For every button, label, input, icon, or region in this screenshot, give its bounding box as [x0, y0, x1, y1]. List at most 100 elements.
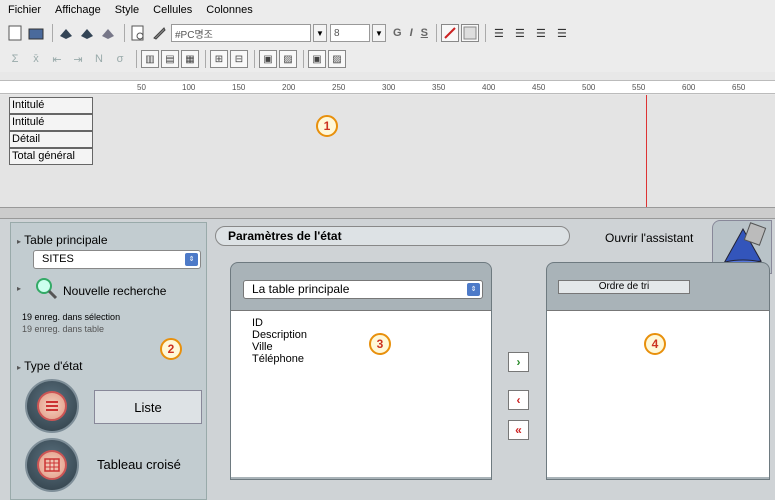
report-preview-area[interactable]	[0, 95, 775, 207]
remove-field-button[interactable]: ‹	[508, 390, 529, 410]
header-background-icon[interactable]: ▨	[279, 50, 297, 68]
ruler-tick-label: 150	[232, 83, 246, 92]
preview-document-icon[interactable]	[129, 24, 147, 42]
insert-row-icon[interactable]: ⊟	[230, 50, 248, 68]
tools-toolbar: Σ x̄ ⇤ ⇥ N σ ▥ ▤ ▦ ⊞ ⊟ ▣ ▨ ▣ ▨	[0, 46, 775, 72]
print-icon[interactable]	[57, 24, 75, 42]
table-principale-label: ▸ Table principale	[17, 233, 108, 247]
max-icon[interactable]: ⇥	[69, 50, 87, 68]
pen-color-icon[interactable]	[440, 24, 459, 42]
menu-affichage[interactable]: Affichage	[55, 4, 101, 16]
align-right-icon[interactable]: ☰	[532, 24, 550, 42]
menu-style[interactable]: Style	[115, 4, 139, 16]
font-size-select[interactable]: 8	[330, 24, 370, 42]
font-family-select[interactable]: #PC명조	[171, 24, 311, 42]
footer-picture-icon[interactable]: ▣	[308, 50, 326, 68]
source-table-select[interactable]: La table principale ⇕	[243, 280, 483, 299]
std-dev-icon[interactable]: σ	[111, 50, 129, 68]
ruler-tick-label: 50	[137, 83, 146, 92]
add-column-icon[interactable]: ▥	[141, 50, 159, 68]
ruler-tick-label: 100	[182, 83, 196, 92]
select-arrows-icon: ⇕	[467, 283, 480, 296]
edit-pencil-icon[interactable]	[150, 24, 168, 42]
align-left-icon[interactable]: ☰	[490, 24, 508, 42]
section-grand-total[interactable]: Total général	[9, 148, 93, 165]
toolbar-divider	[205, 50, 206, 68]
sort-order-header[interactable]: Ordre de tri	[558, 280, 690, 294]
ruler-tick-label: 400	[482, 83, 496, 92]
fields-list[interactable]: ID Description Ville Téléphone	[231, 310, 491, 477]
double-left-arrow-icon: «	[515, 423, 522, 437]
callout-badge-1: 1	[316, 115, 338, 137]
toolbar-divider	[124, 24, 125, 42]
open-folder-icon[interactable]	[27, 24, 45, 42]
toolbar-divider	[435, 24, 437, 42]
callout-badge-2: 2	[160, 338, 182, 360]
disclosure-triangle-icon: ▸	[17, 284, 22, 293]
header-picture-icon[interactable]: ▣	[259, 50, 277, 68]
insert-column-icon[interactable]: ▤	[161, 50, 179, 68]
crosstab-type-label[interactable]: Tableau croisé	[97, 457, 181, 472]
toolbar-divider	[52, 24, 53, 42]
disclosure-triangle-icon: ▸	[17, 237, 22, 246]
min-icon[interactable]: ⇤	[48, 50, 66, 68]
add-row-icon[interactable]: ⊞	[210, 50, 228, 68]
font-dropdown-arrow[interactable]: ▼	[313, 24, 327, 42]
align-justify-icon[interactable]: ☰	[553, 24, 571, 42]
align-center-icon[interactable]: ☰	[511, 24, 529, 42]
toolbar-divider	[254, 50, 255, 68]
sum-icon[interactable]: Σ	[6, 50, 24, 68]
menu-colonnes[interactable]: Colonnes	[206, 4, 252, 16]
add-field-button[interactable]: ›	[508, 352, 529, 372]
ruler-tick-label: 650	[732, 83, 746, 92]
new-document-icon[interactable]	[6, 24, 24, 42]
count-icon[interactable]: N	[90, 50, 108, 68]
bold-button[interactable]: G	[393, 27, 402, 39]
fill-pattern-icon[interactable]	[460, 24, 479, 42]
size-dropdown-arrow[interactable]: ▼	[372, 24, 386, 42]
ruler-tick-label: 250	[332, 83, 346, 92]
list-lines-icon	[37, 391, 67, 421]
footer-background-icon[interactable]: ▨	[328, 50, 346, 68]
type-etat-label: ▸ Type d'état	[17, 359, 83, 373]
ruler-tick-label: 300	[382, 83, 396, 92]
panel-splitter[interactable]	[0, 207, 775, 219]
ruler-tick-label: 500	[582, 83, 596, 92]
report-parameters-header: Paramètres de l'état	[215, 226, 570, 246]
table-count: 19 enreg. dans table	[22, 324, 105, 334]
ruler-tick-label: 600	[682, 83, 696, 92]
menu-bar: Fichier Affichage Style Cellules Colonne…	[0, 0, 775, 20]
select-arrows-icon: ⇕	[185, 253, 198, 266]
toolbar-divider	[136, 50, 137, 68]
list-type-label[interactable]: Liste	[94, 390, 202, 424]
left-arrow-icon: ‹	[516, 393, 521, 407]
ruler: 50 100 150 200 250 300 350 400 450 500 5…	[0, 80, 775, 94]
callout-badge-3: 3	[369, 333, 391, 355]
ruler-tick-label: 450	[532, 83, 546, 92]
underline-button[interactable]: S	[421, 27, 428, 39]
nouvelle-recherche-link[interactable]: Nouvelle recherche	[63, 284, 166, 298]
ruler-tick-label: 200	[282, 83, 296, 92]
italic-button[interactable]: I	[410, 27, 413, 39]
average-icon[interactable]: x̄	[27, 50, 45, 68]
menu-cellules[interactable]: Cellules	[153, 4, 192, 16]
menu-fichier[interactable]: Fichier	[8, 4, 41, 16]
remove-all-fields-button[interactable]: «	[508, 420, 529, 440]
table-principale-select[interactable]: SITES ⇕	[33, 250, 201, 269]
section-header-2[interactable]: Intitulé	[9, 114, 93, 131]
crosstab-report-button[interactable]	[25, 438, 79, 492]
field-item[interactable]: Téléphone	[252, 353, 491, 365]
section-detail[interactable]: Détail	[9, 131, 93, 148]
print-preview-icon[interactable]	[78, 24, 96, 42]
magnifier-search-icon[interactable]	[33, 276, 59, 300]
toolbar-divider	[303, 50, 304, 68]
page-setup-icon[interactable]	[99, 24, 117, 42]
delete-column-icon[interactable]: ▦	[181, 50, 199, 68]
grid-table-icon	[37, 450, 67, 480]
open-wizard-label[interactable]: Ouvrir l'assistant	[605, 231, 693, 245]
ruler-tick-label: 550	[632, 83, 646, 92]
list-report-button[interactable]	[25, 379, 79, 433]
section-header-1[interactable]: Intitulé	[9, 97, 93, 114]
field-item[interactable]: ID	[252, 317, 491, 329]
selection-count: 19 enreg. dans sélection	[22, 312, 121, 322]
